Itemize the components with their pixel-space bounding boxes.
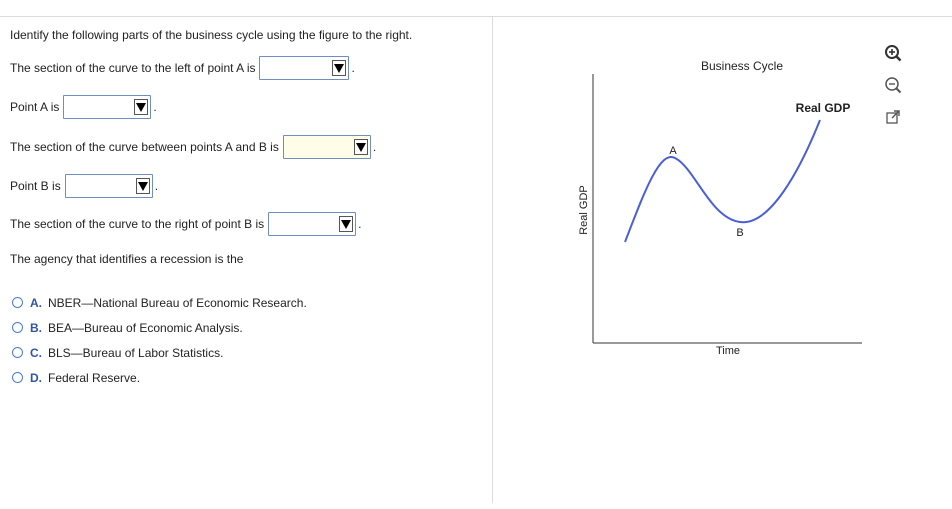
- point-b-label: B: [736, 227, 743, 239]
- question-row-between-a-b: The section of the curve between points …: [10, 135, 376, 159]
- panel-divider: [492, 17, 493, 503]
- option-d[interactable]: D. Federal Reserve.: [12, 365, 307, 390]
- radio-button[interactable]: [12, 347, 23, 358]
- curve-label: Real GDP: [796, 101, 851, 115]
- question-row-left-of-a: The section of the curve to the left of …: [10, 56, 355, 80]
- question-suffix: .: [372, 140, 377, 154]
- question-suffix: .: [154, 179, 159, 193]
- zoom-out-icon[interactable]: [882, 74, 904, 96]
- business-cycle-figure: Business Cycle Real GDP Time Real GDP A …: [578, 59, 862, 357]
- answer-dropdown-left-of-a[interactable]: [259, 56, 350, 80]
- agency-prompt: The agency that identifies a recession i…: [10, 252, 244, 266]
- dropdown-arrow-icon[interactable]: [339, 216, 354, 232]
- figure-title: Business Cycle: [701, 59, 783, 73]
- question-label: The section of the curve to the left of …: [10, 61, 256, 75]
- option-letter: D.: [30, 370, 42, 385]
- answer-dropdown-right-of-b[interactable]: [268, 212, 357, 236]
- question-intro: Identify the following parts of the busi…: [10, 28, 413, 42]
- question-row-point-b: Point B is .: [10, 174, 158, 198]
- option-a[interactable]: A. NBER—National Bureau of Economic Rese…: [12, 290, 307, 315]
- y-axis-label: Real GDP: [578, 185, 590, 235]
- dropdown-arrow-icon[interactable]: [332, 60, 347, 76]
- question-label: Point B is: [10, 179, 61, 193]
- radio-button[interactable]: [12, 372, 23, 383]
- option-text: NBER—National Bureau of Economic Researc…: [48, 295, 307, 310]
- dropdown-arrow-icon[interactable]: [134, 99, 149, 115]
- question-row-point-a: Point A is .: [10, 95, 157, 119]
- top-border: [0, 16, 952, 17]
- option-letter: A.: [30, 295, 42, 310]
- option-letter: B.: [30, 320, 42, 335]
- option-text: BLS—Bureau of Labor Statistics.: [48, 345, 224, 360]
- question-suffix: .: [358, 217, 362, 231]
- option-b[interactable]: B. BEA—Bureau of Economic Analysis.: [12, 315, 307, 340]
- dropdown-arrow-icon[interactable]: [353, 139, 368, 155]
- zoom-in-icon[interactable]: [882, 42, 904, 64]
- x-axis-label: Time: [716, 345, 740, 357]
- answer-dropdown-point-a[interactable]: [63, 95, 152, 119]
- answer-options: A. NBER—National Bureau of Economic Rese…: [12, 290, 307, 390]
- radio-button[interactable]: [12, 322, 23, 333]
- point-a-label: A: [669, 145, 677, 157]
- real-gdp-curve: [624, 119, 821, 243]
- dropdown-arrow-icon[interactable]: [135, 178, 150, 194]
- question-label: The section of the curve to the right of…: [10, 217, 265, 231]
- option-letter: C.: [30, 345, 42, 360]
- question-label: Point A is: [10, 100, 60, 114]
- radio-button[interactable]: [12, 297, 23, 308]
- open-new-window-icon[interactable]: [882, 106, 904, 128]
- question-suffix: .: [351, 61, 355, 75]
- answer-dropdown-between-a-b[interactable]: [282, 135, 371, 159]
- question-suffix: .: [153, 100, 157, 114]
- answer-dropdown-point-b[interactable]: [64, 174, 153, 198]
- option-c[interactable]: C. BLS—Bureau of Labor Statistics.: [12, 340, 307, 365]
- figure-toolbar: [882, 42, 906, 138]
- question-row-right-of-b: The section of the curve to the right of…: [10, 212, 361, 236]
- option-text: BEA—Bureau of Economic Analysis.: [48, 320, 243, 335]
- option-text: Federal Reserve.: [48, 370, 141, 385]
- question-label: The section of the curve between points …: [10, 140, 279, 154]
